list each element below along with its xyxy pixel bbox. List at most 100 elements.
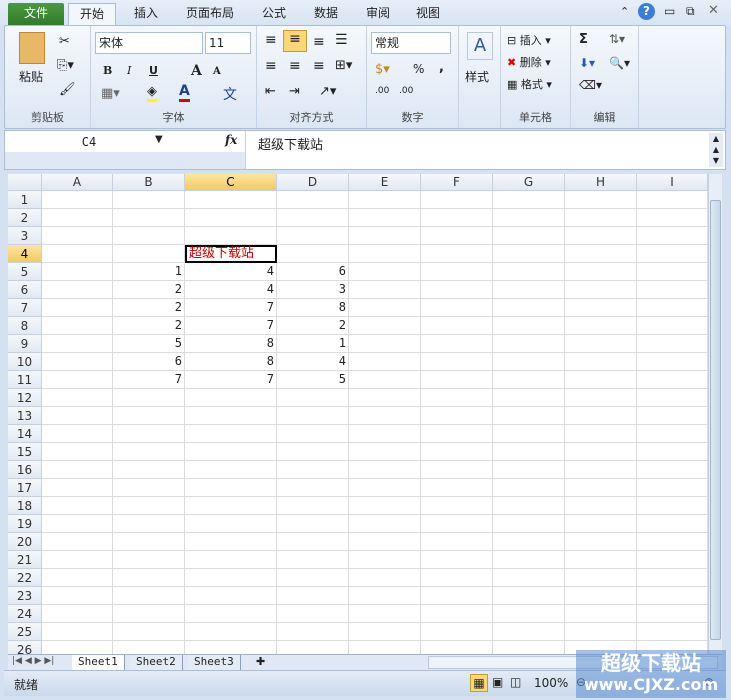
cell-D15[interactable] (277, 443, 349, 461)
cell-B3[interactable] (113, 227, 185, 245)
currency-icon[interactable]: $▾ (375, 62, 390, 77)
select-all-button[interactable] (8, 174, 42, 191)
cell-C10[interactable]: 8 (185, 353, 277, 371)
cell-A1[interactable] (42, 191, 113, 209)
cell-F15[interactable] (421, 443, 493, 461)
row-header-19[interactable]: 19 (8, 515, 42, 533)
cell-E9[interactable] (349, 335, 421, 353)
row-header-7[interactable]: 7 (8, 299, 42, 317)
cell-E5[interactable] (349, 263, 421, 281)
align-top-icon[interactable]: ≡ (265, 32, 277, 48)
row-header-11[interactable]: 11 (8, 371, 42, 389)
cell-F24[interactable] (421, 605, 493, 623)
row-header-26[interactable]: 26 (8, 641, 42, 654)
cell-B4[interactable] (113, 245, 185, 263)
cell-I9[interactable] (637, 335, 708, 353)
cell-E25[interactable] (349, 623, 421, 641)
cell-B21[interactable] (113, 551, 185, 569)
cell-A19[interactable] (42, 515, 113, 533)
cell-G1[interactable] (493, 191, 565, 209)
decrease-decimal-button[interactable]: .00 (399, 86, 413, 96)
row-header-4[interactable]: 4 (8, 245, 42, 263)
cell-E23[interactable] (349, 587, 421, 605)
cell-G20[interactable] (493, 533, 565, 551)
fill-color-icon[interactable]: ◈ (147, 84, 157, 102)
cell-F4[interactable] (421, 245, 493, 263)
cell-I21[interactable] (637, 551, 708, 569)
cell-G26[interactable] (493, 641, 565, 654)
cell-G3[interactable] (493, 227, 565, 245)
cell-D17[interactable] (277, 479, 349, 497)
cell-E4[interactable] (349, 245, 421, 263)
cell-D7[interactable]: 8 (277, 299, 349, 317)
tab-view[interactable]: 视图 (406, 3, 450, 26)
cell-C5[interactable]: 4 (185, 263, 277, 281)
cell-H20[interactable] (565, 533, 637, 551)
column-header-G[interactable]: G (493, 174, 565, 191)
cell-F22[interactable] (421, 569, 493, 587)
cell-D18[interactable] (277, 497, 349, 515)
cell-I5[interactable] (637, 263, 708, 281)
cell-E24[interactable] (349, 605, 421, 623)
cell-C7[interactable]: 7 (185, 299, 277, 317)
cell-I12[interactable] (637, 389, 708, 407)
column-header-F[interactable]: F (421, 174, 493, 191)
cell-F6[interactable] (421, 281, 493, 299)
minimize-ribbon-icon[interactable]: ⌃ (620, 5, 629, 18)
cell-B17[interactable] (113, 479, 185, 497)
column-header-B[interactable]: B (113, 174, 185, 191)
phonetic-button[interactable]: 文 (223, 84, 237, 104)
cell-A14[interactable] (42, 425, 113, 443)
cell-A13[interactable] (42, 407, 113, 425)
merge-center-icon[interactable]: ⊞▾ (335, 58, 352, 73)
cell-H6[interactable] (565, 281, 637, 299)
cell-H12[interactable] (565, 389, 637, 407)
cell-A20[interactable] (42, 533, 113, 551)
increase-decimal-button[interactable]: .00 (375, 86, 389, 96)
cell-E11[interactable] (349, 371, 421, 389)
help-icon[interactable]: ? (638, 3, 655, 20)
cell-E18[interactable] (349, 497, 421, 515)
increase-indent-icon[interactable]: ⇥ (289, 84, 300, 99)
cell-C20[interactable] (185, 533, 277, 551)
cell-G9[interactable] (493, 335, 565, 353)
shrink-font-button[interactable]: A (213, 66, 221, 77)
cell-B20[interactable] (113, 533, 185, 551)
cell-I16[interactable] (637, 461, 708, 479)
row-header-24[interactable]: 24 (8, 605, 42, 623)
align-bottom-icon[interactable]: ≡ (313, 34, 325, 50)
cell-F17[interactable] (421, 479, 493, 497)
cell-H3[interactable] (565, 227, 637, 245)
cell-I23[interactable] (637, 587, 708, 605)
cell-F10[interactable] (421, 353, 493, 371)
cell-A6[interactable] (42, 281, 113, 299)
cell-A3[interactable] (42, 227, 113, 245)
cell-D4[interactable] (277, 245, 349, 263)
cell-A9[interactable] (42, 335, 113, 353)
cell-B2[interactable] (113, 209, 185, 227)
cell-E2[interactable] (349, 209, 421, 227)
cell-I4[interactable] (637, 245, 708, 263)
cell-F13[interactable] (421, 407, 493, 425)
cell-G7[interactable] (493, 299, 565, 317)
cell-I7[interactable] (637, 299, 708, 317)
cell-C2[interactable] (185, 209, 277, 227)
cell-D26[interactable] (277, 641, 349, 654)
cut-icon[interactable]: ✂ (59, 34, 70, 49)
cell-E22[interactable] (349, 569, 421, 587)
row-header-6[interactable]: 6 (8, 281, 42, 299)
cell-D1[interactable] (277, 191, 349, 209)
row-header-5[interactable]: 5 (8, 263, 42, 281)
cell-C26[interactable] (185, 641, 277, 654)
cell-F2[interactable] (421, 209, 493, 227)
cell-I3[interactable] (637, 227, 708, 245)
cell-A24[interactable] (42, 605, 113, 623)
cell-H4[interactable] (565, 245, 637, 263)
cell-D6[interactable]: 3 (277, 281, 349, 299)
cell-F1[interactable] (421, 191, 493, 209)
cell-E6[interactable] (349, 281, 421, 299)
cell-H13[interactable] (565, 407, 637, 425)
cell-E7[interactable] (349, 299, 421, 317)
cell-C25[interactable] (185, 623, 277, 641)
cell-D23[interactable] (277, 587, 349, 605)
